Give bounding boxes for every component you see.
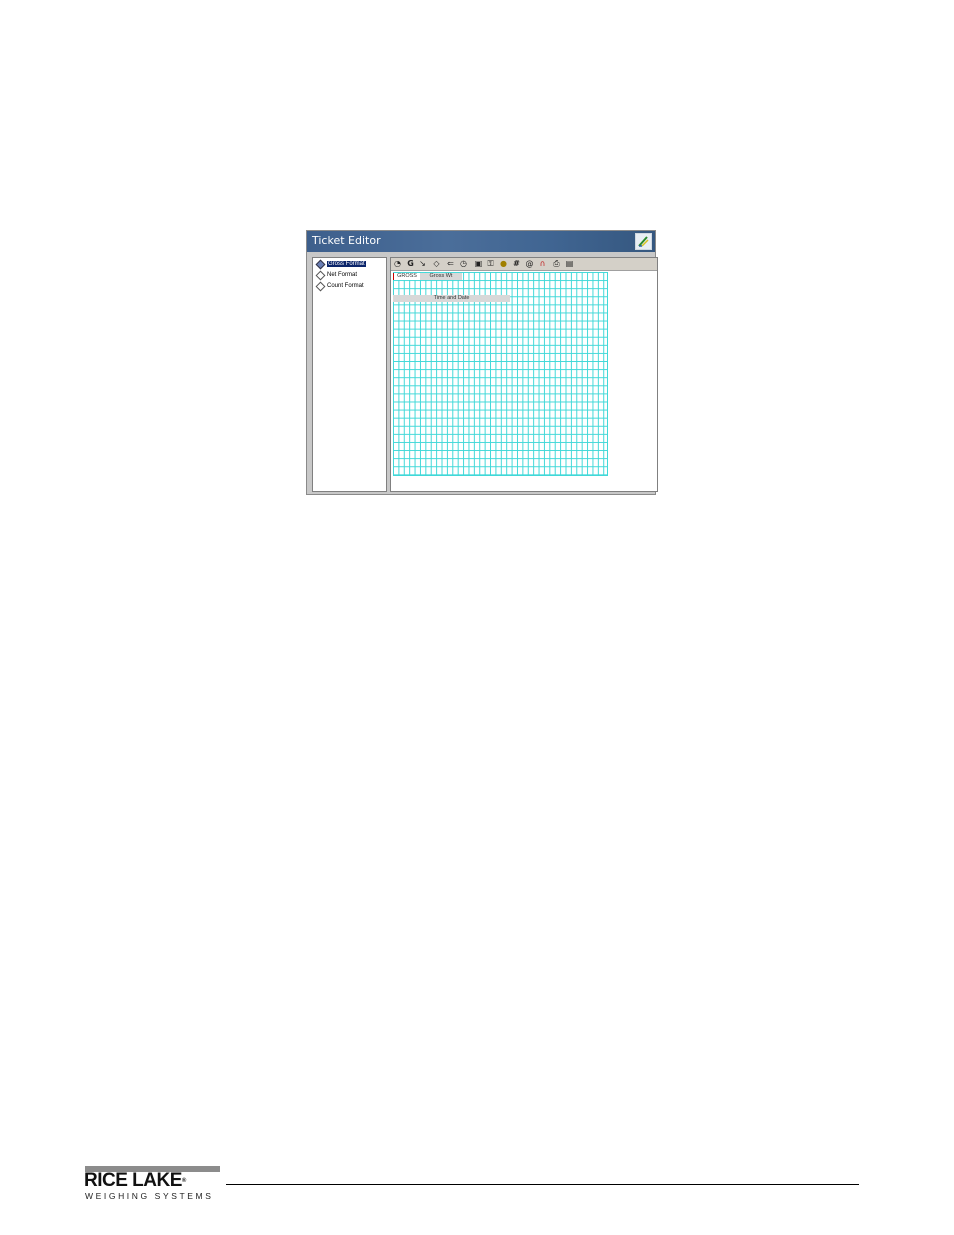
ticket-grid[interactable]: GROSS Gross Wt Time and Date — [393, 272, 608, 476]
window-title: Ticket Editor — [312, 234, 381, 247]
footer-rule — [226, 1184, 859, 1185]
format-icon[interactable]: ◔ — [393, 259, 402, 268]
magnet-icon[interactable]: ∩ — [538, 259, 547, 268]
app-logo-icon — [635, 233, 652, 250]
ticket-editor-window: Ticket Editor Gross Format Net Format Co… — [306, 230, 658, 495]
key-icon[interactable]: ⚿ — [486, 259, 495, 268]
editor-body: Gross Format Net Format Count Format ◔ G… — [310, 255, 658, 492]
at-icon[interactable]: @ — [525, 259, 534, 268]
gross-wt-field[interactable]: Gross Wt — [420, 273, 462, 280]
trademark: ® — [181, 1178, 186, 1184]
tree-item-label: Gross Format — [327, 261, 366, 267]
help-icon[interactable]: ▤ — [565, 259, 574, 268]
ticket-layout-editor: ◔ G ↘ ◇ ⇐ ◷ ▣ ⚿ ● # @ ∩ ⎙ ▤ GROSS Gross … — [390, 257, 658, 492]
tree-item-label: Count Format — [327, 283, 364, 289]
diamond-icon — [315, 270, 326, 280]
logo-wordmark: RICE LAKE® — [84, 1170, 186, 1191]
net-icon[interactable]: ↘ — [418, 259, 427, 268]
print-icon[interactable]: ⎙ — [552, 259, 561, 268]
hash-icon[interactable]: # — [512, 259, 521, 268]
time-date-field[interactable]: Time and Date — [393, 295, 510, 302]
rice-lake-logo: RICE LAKE® WEIGHING SYSTEMS — [84, 1166, 221, 1202]
editor-toolbar: ◔ G ↘ ◇ ⇐ ◷ ▣ ⚿ ● # @ ∩ ⎙ ▤ — [391, 258, 657, 271]
diamond-icon[interactable]: ◇ — [432, 259, 441, 268]
arrow-icon[interactable]: ⇐ — [446, 259, 455, 268]
tree-item-gross-format[interactable]: Gross Format — [315, 259, 366, 269]
tree-item-count-format[interactable]: Count Format — [315, 281, 364, 291]
gross-field[interactable]: GROSS — [393, 273, 420, 280]
diamond-icon — [315, 259, 326, 269]
tree-item-label: Net Format — [327, 272, 358, 278]
logo-subtitle: WEIGHING SYSTEMS — [85, 1191, 214, 1201]
diamond-icon — [315, 281, 326, 291]
format-tree: Gross Format Net Format Count Format — [312, 257, 387, 492]
id-icon[interactable]: ● — [499, 259, 508, 268]
gross-icon[interactable]: G — [406, 259, 415, 268]
clock-icon[interactable]: ◷ — [459, 259, 468, 268]
title-bar: Ticket Editor — [307, 231, 655, 252]
tree-item-net-format[interactable]: Net Format — [315, 270, 357, 280]
save-icon[interactable]: ▣ — [474, 259, 483, 268]
